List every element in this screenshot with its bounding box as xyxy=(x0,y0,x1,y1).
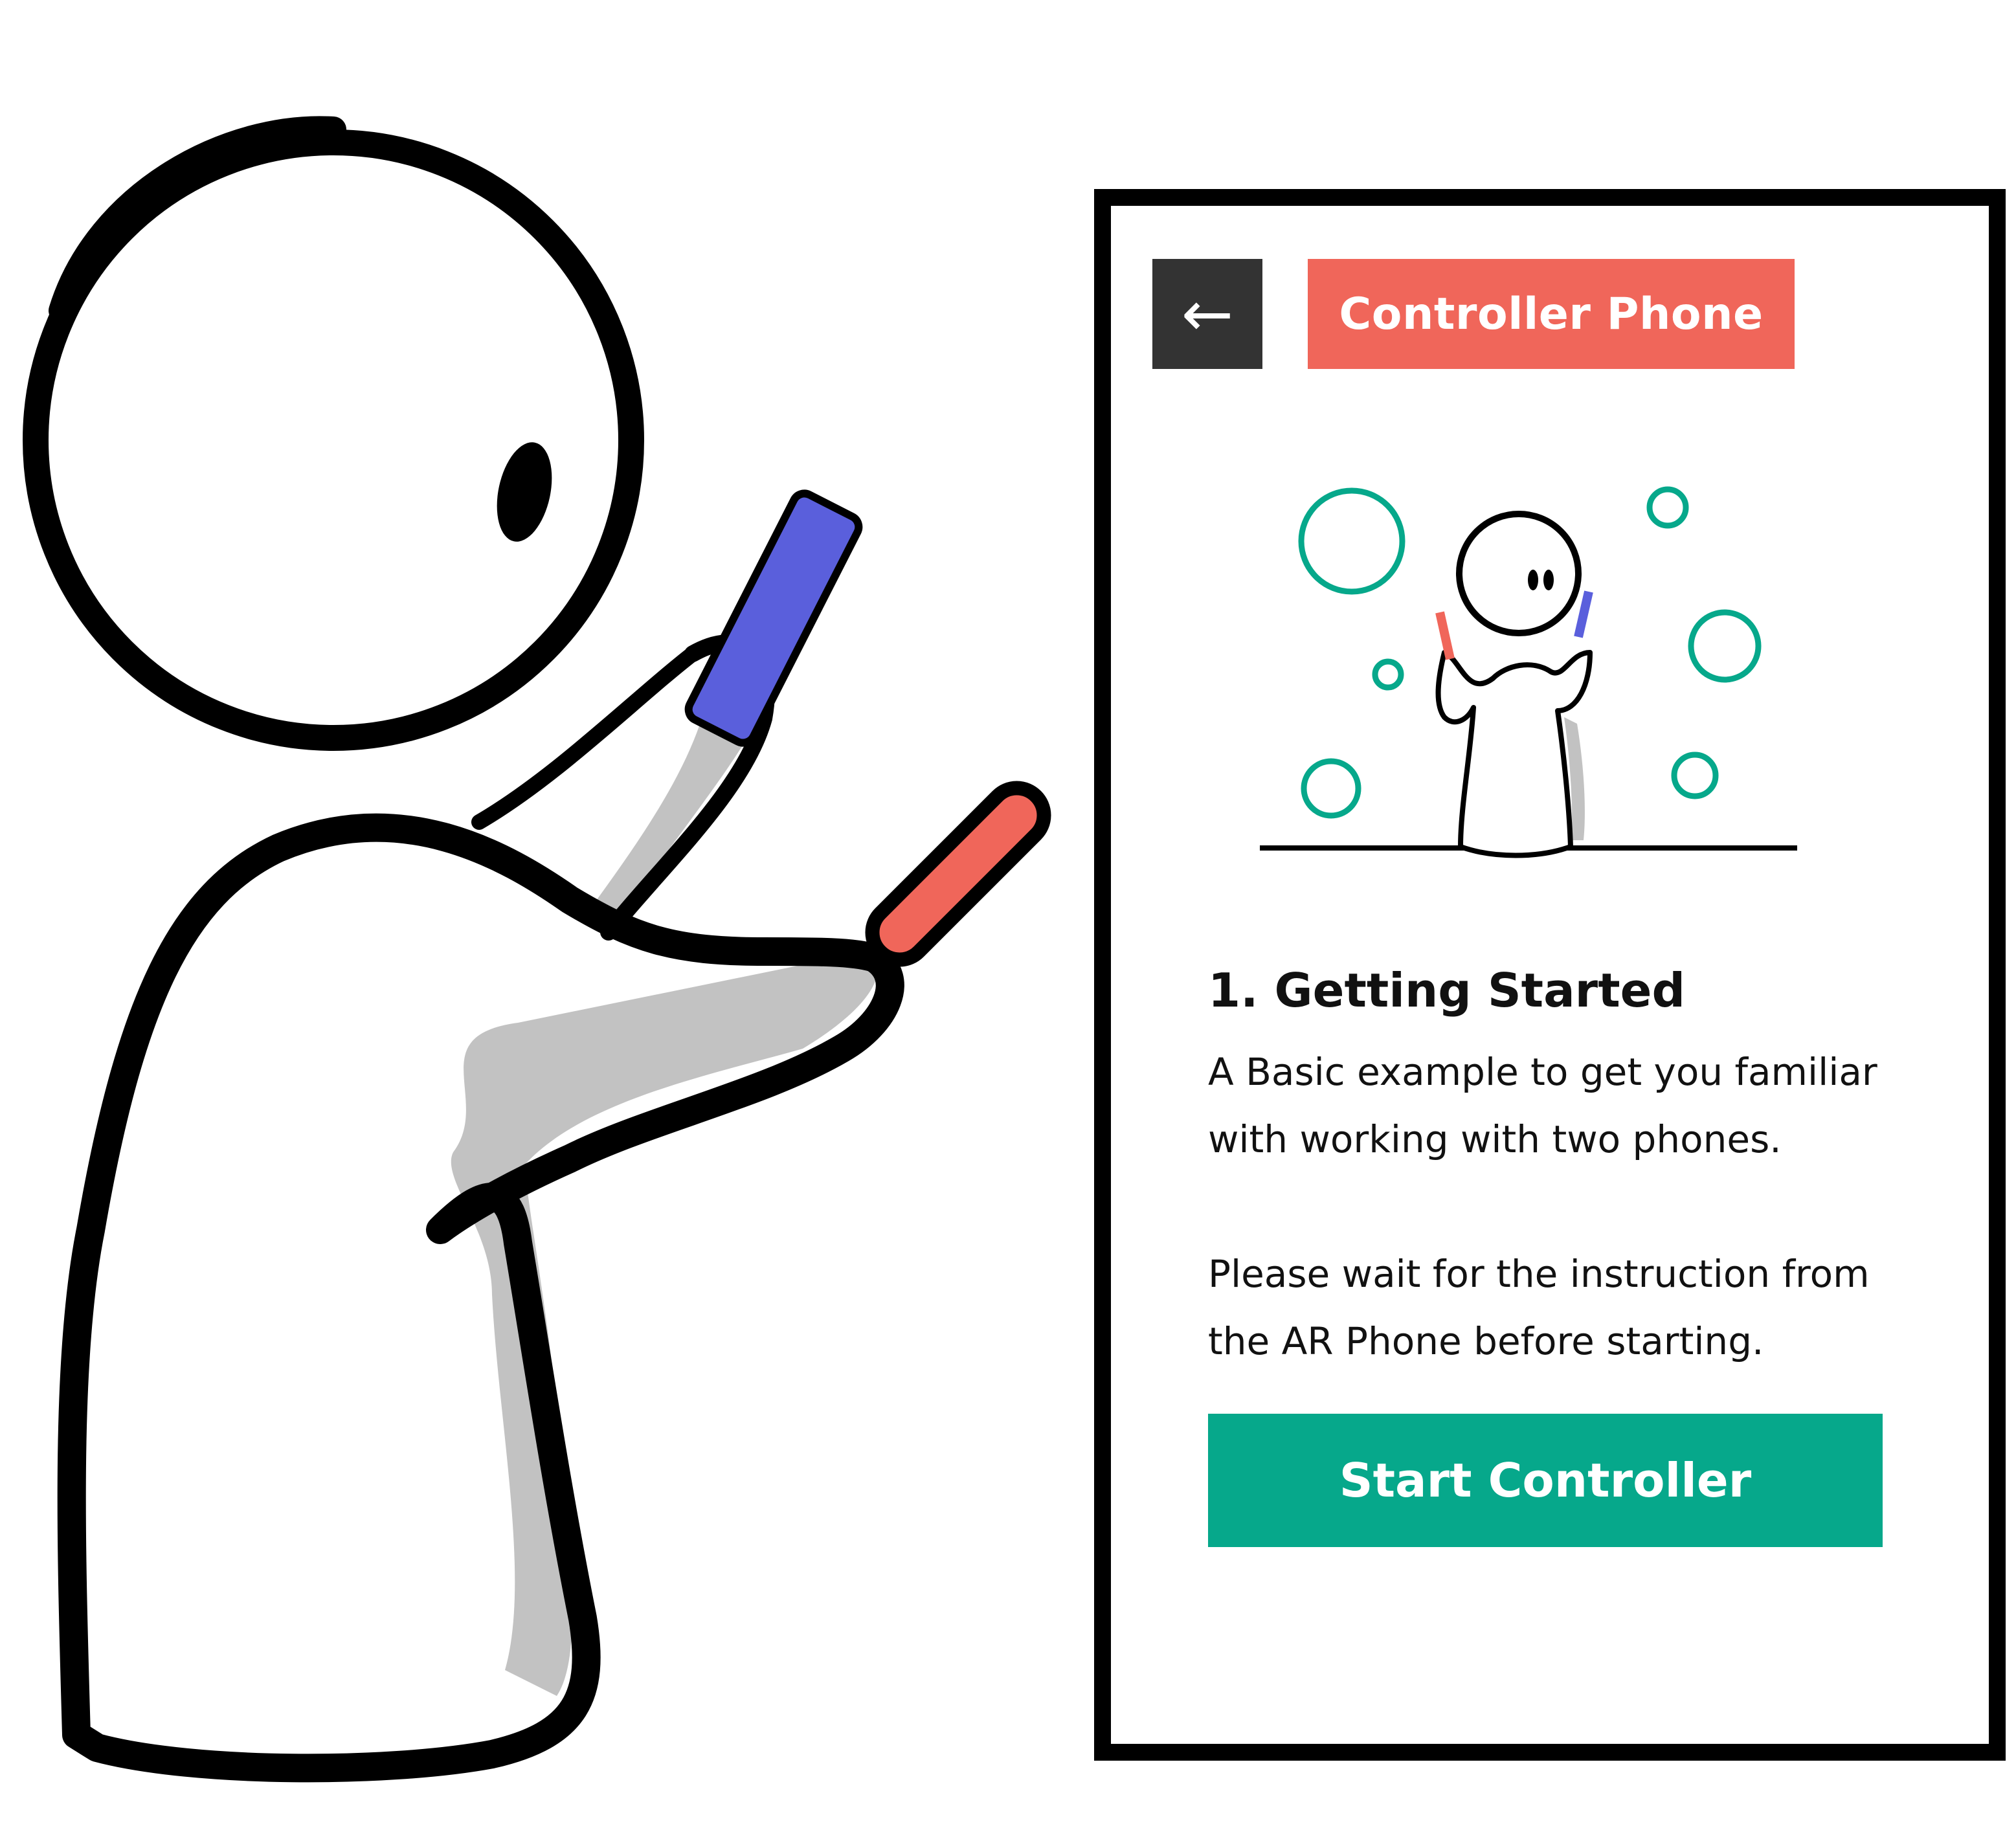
back-button[interactable]: ← xyxy=(1152,259,1262,369)
screen-title-badge: Controller Phone xyxy=(1308,259,1795,369)
small-head xyxy=(1456,511,1582,636)
small-eye xyxy=(1543,570,1554,590)
phone-screen-frame: ← Controller Phone 1. Getting Started A … xyxy=(1094,189,2006,1761)
start-controller-label: Start Controller xyxy=(1339,1453,1752,1508)
small-red-phone xyxy=(1435,611,1455,660)
bubble xyxy=(1372,658,1404,691)
bubble xyxy=(1646,486,1689,529)
bubble xyxy=(1688,609,1762,683)
bubble xyxy=(1301,758,1361,819)
small-eye xyxy=(1528,570,1538,590)
left-arrow-icon: ← xyxy=(1181,278,1234,350)
start-controller-button[interactable]: Start Controller xyxy=(1208,1414,1883,1547)
torso-outline xyxy=(57,813,904,1783)
description-text: A Basic example to get you familiar with… xyxy=(1208,1050,1877,1161)
bubble xyxy=(1298,487,1406,595)
small-figure-body xyxy=(1435,650,1593,858)
large-head xyxy=(23,129,644,751)
small-blue-phone xyxy=(1574,590,1593,638)
red-phone xyxy=(865,781,1051,967)
bubble xyxy=(1671,752,1719,799)
instruction-text: Please wait for the instruction from the… xyxy=(1208,1252,1870,1363)
stick-figure-illustration xyxy=(23,116,1051,1783)
getting-started-illustration xyxy=(1260,486,1797,858)
section-heading: 1. Getting Started xyxy=(1208,963,1685,1018)
screen-title: Controller Phone xyxy=(1339,288,1764,340)
